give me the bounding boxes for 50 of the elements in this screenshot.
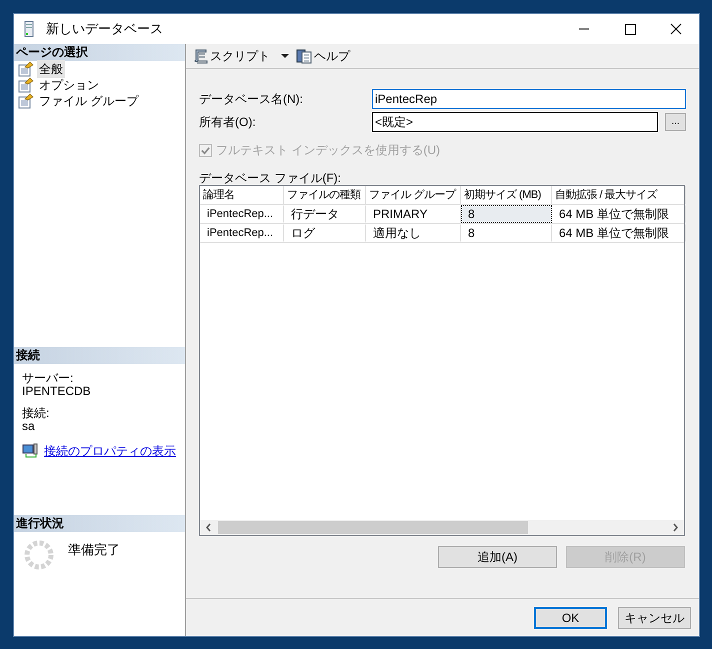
browse-button[interactable]: ...: [665, 113, 686, 131]
field-label: 所有者(O):: [199, 114, 257, 131]
checkbox-label: フルテキスト インデックスを使用する(U): [216, 142, 440, 159]
page-item[interactable]: オプション: [37, 76, 101, 94]
computer-icon: [22, 443, 38, 459]
database-icon: [24, 21, 34, 37]
table-cell: ログ: [284, 224, 366, 242]
column-header[interactable]: ファイル グループ: [366, 186, 461, 204]
column-header[interactable]: 論理名: [200, 186, 284, 204]
page-icon: [18, 77, 34, 93]
window-title: 新しいデータベース: [46, 20, 163, 38]
grid-label: データベース ファイル(F):: [199, 170, 342, 185]
table-cell: 8: [461, 205, 552, 223]
cancel-button[interactable]: キャンセル: [618, 606, 691, 628]
dropdown-caret-icon[interactable]: [280, 51, 290, 61]
table-cell: iPentecRep...: [200, 205, 284, 223]
page-icon: [18, 61, 34, 77]
owner-field[interactable]: <既定>: [372, 112, 658, 132]
column-header[interactable]: 初期サイズ (MB): [461, 186, 552, 204]
scroll-icon: [192, 48, 208, 64]
section-header: 接続: [14, 347, 185, 364]
page-item[interactable]: 全般: [37, 60, 65, 78]
help-button[interactable]: ヘルプ: [296, 46, 352, 66]
horizontal-scrollbar[interactable]: [200, 520, 684, 535]
table-cell: 64 MB 単位で無制限: [552, 205, 686, 223]
table-cell: 適用なし: [366, 224, 461, 242]
table-cell: iPentecRep...: [200, 224, 284, 242]
server-value: IPENTECDB: [22, 385, 92, 398]
column-header[interactable]: 自動拡張 / 最大サイズ: [552, 186, 686, 204]
connection-properties-link[interactable]: 接続のプロパティの表示: [44, 442, 176, 460]
connection-label: 接続:: [22, 407, 50, 420]
scrollbar-thumb[interactable]: [218, 521, 528, 534]
page-icon: [18, 93, 34, 109]
status-text: 準備完了: [68, 541, 120, 559]
table-cell: 64 MB 単位で無制限: [552, 224, 686, 242]
section-header: ページの選択: [14, 44, 185, 61]
table-cell: 8: [461, 224, 552, 242]
page-item[interactable]: ファイル グループ: [37, 92, 140, 110]
server-label: サーバー:: [22, 372, 74, 385]
script-button[interactable]: スクリプト: [192, 46, 272, 66]
progress-spinner-icon: [24, 540, 54, 570]
grid-action-button[interactable]: 追加(A): [438, 546, 557, 568]
database-name-field[interactable]: iPentecRep: [372, 89, 686, 109]
document-icon: [296, 48, 312, 64]
field-label: データベース名(N):: [199, 91, 304, 108]
table-cell: 行データ: [284, 205, 366, 223]
ok-button[interactable]: OK: [534, 606, 607, 628]
user-value: sa: [22, 420, 36, 433]
column-header[interactable]: ファイルの種類: [284, 186, 366, 204]
section-header: 進行状況: [14, 515, 185, 532]
